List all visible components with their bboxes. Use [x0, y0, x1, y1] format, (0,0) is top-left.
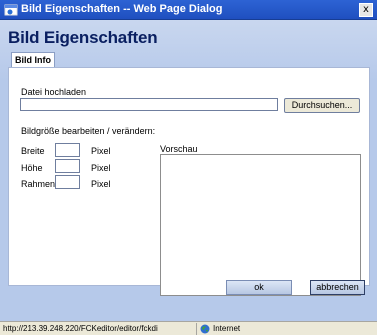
border-unit: Pixel [91, 179, 111, 189]
file-path-input[interactable] [20, 98, 278, 111]
close-button[interactable]: x [359, 3, 373, 17]
upload-label: Datei hochladen [21, 87, 87, 97]
dialog-heading: Bild Eigenschaften [8, 28, 158, 47]
width-input[interactable] [55, 143, 80, 157]
globe-icon [200, 324, 210, 334]
border-label: Rahmen [21, 179, 56, 189]
height-unit: Pixel [91, 163, 111, 173]
browse-button[interactable]: Durchsuchen... [284, 98, 360, 113]
height-label: Höhe [21, 163, 43, 173]
tab-panel: Datei hochladen Durchsuchen... Bildgröße… [8, 67, 370, 296]
title-bar: Bild Eigenschaften -- Web Page Dialog x [0, 0, 377, 20]
status-url: http://213.39.248.220/FCKeditor/editor/f… [3, 324, 158, 333]
window-title: Bild Eigenschaften -- Web Page Dialog [21, 3, 223, 15]
resize-label: Bildgröße bearbeiten / verändern: [21, 126, 156, 136]
tab-bild-info[interactable]: Bild Info [11, 52, 55, 68]
width-label: Breite [21, 146, 45, 156]
height-input[interactable] [55, 159, 80, 173]
cancel-button[interactable]: abbrechen [310, 280, 365, 295]
status-divider [196, 323, 197, 335]
zone-label: Internet [213, 324, 241, 333]
preview-box [160, 154, 361, 296]
width-unit: Pixel [91, 146, 111, 156]
ie-dialog-icon [4, 4, 18, 16]
preview-label: Vorschau [160, 144, 198, 154]
border-input[interactable] [55, 175, 80, 189]
status-bar: http://213.39.248.220/FCKeditor/editor/f… [0, 321, 377, 335]
dialog-body: Bild Eigenschaften Bild Info Datei hochl… [0, 20, 377, 321]
ok-button[interactable]: ok [226, 280, 292, 295]
